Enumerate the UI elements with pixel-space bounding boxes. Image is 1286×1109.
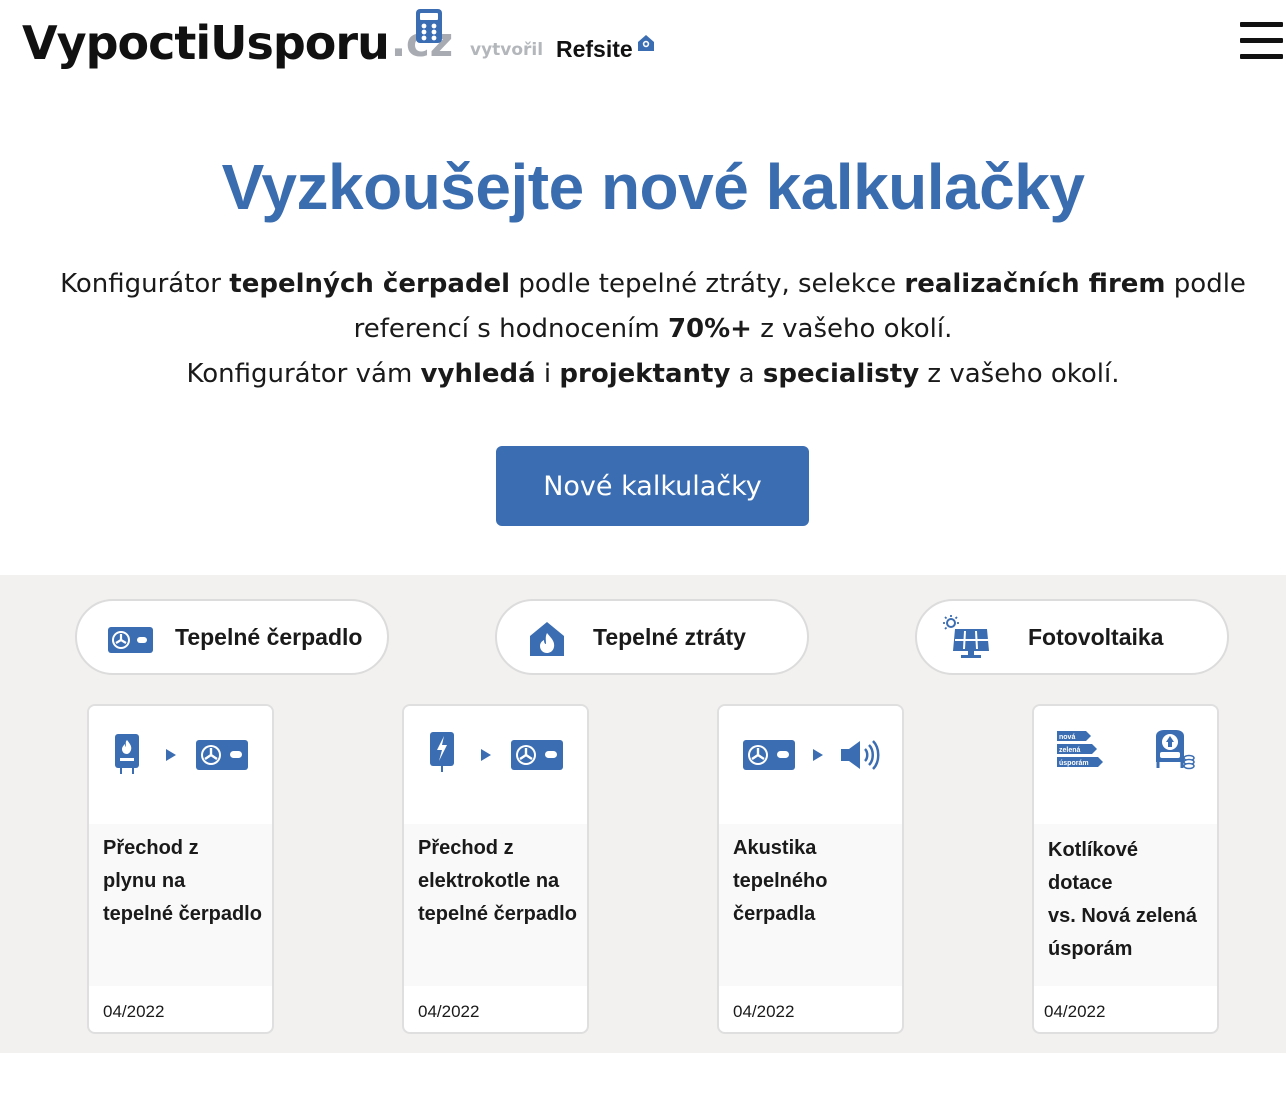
created-by-label: vytvořil: [470, 40, 544, 60]
category-label: Fotovoltaika: [1028, 624, 1164, 650]
arrow-right-icon: [481, 749, 491, 761]
calculator-card-electric-to-heat-pump[interactable]: Přechod z elektrokotle na tepelné čerpad…: [402, 704, 589, 1034]
card-date: 04/2022: [733, 1002, 795, 1021]
refsite-logo[interactable]: Refsite: [556, 36, 633, 63]
heat-pump-icon: [108, 627, 153, 653]
hero-line-2: referencí s hodnocením 70%+ z vašeho oko…: [353, 314, 953, 344]
calculators-section: Tepelné čerpadlo Tepelné ztráty Fotovolt…: [0, 575, 1286, 1053]
calculator-card-heat-pump-acoustics[interactable]: Akustika tepelného čerpadla 04/2022: [717, 704, 904, 1034]
category-heat-pump[interactable]: Tepelné čerpadlo: [75, 599, 389, 675]
arrow-right-icon: [166, 749, 176, 761]
nova-zelena-usporam-badge-icon: nová zelená úsporám: [1057, 731, 1103, 767]
hero-description: Konfigurátor tepelných čerpadel podle te…: [40, 262, 1266, 397]
card-title: Přechod z elektrokotle na tepelné čerpad…: [418, 837, 577, 925]
svg-text:nová: nová: [1059, 734, 1075, 741]
card-date: 04/2022: [103, 1002, 165, 1021]
solar-panel-icon: [943, 615, 989, 658]
category-label: Tepelné ztráty: [593, 624, 746, 650]
calculator-card-boiler-subsidies[interactable]: nová zelená úsporám Kotlíkové dotace vs.…: [1032, 704, 1219, 1034]
hamburger-menu-icon[interactable]: [1240, 22, 1284, 62]
category-label: Tepelné čerpadlo: [175, 624, 363, 650]
heat-pump-icon: [511, 740, 563, 770]
hero-line-1: Konfigurátor tepelných čerpadel podle te…: [60, 269, 1246, 299]
card-title: Akustika tepelného čerpadla: [733, 837, 828, 925]
heat-pump-icon: [196, 740, 248, 770]
boiler-subsidy-icon: [1156, 730, 1195, 770]
svg-text:úsporám: úsporám: [1059, 760, 1089, 767]
calculator-card-gas-to-heat-pump[interactable]: Přechod z plynu na tepelné čerpadlo 04/2…: [87, 704, 274, 1034]
heat-pump-icon: [743, 740, 795, 770]
page-title: Vyzkoušejte nové kalkulačky: [221, 151, 1085, 223]
hero-line-3: Konfigurátor vám vyhledá i projektanty a…: [186, 359, 1120, 389]
card-date: 04/2022: [1044, 1002, 1106, 1021]
category-heat-loss[interactable]: Tepelné ztráty: [495, 599, 809, 675]
electric-boiler-icon: [430, 732, 454, 772]
refsite-house-icon: [638, 35, 654, 51]
logo-text: VypoctiUsporu: [22, 16, 390, 70]
speaker-sound-icon: [841, 740, 880, 770]
site-logo[interactable]: VypoctiUsporu .cz: [22, 14, 453, 72]
category-photovoltaics[interactable]: Fotovoltaika: [915, 599, 1229, 675]
new-calculators-button[interactable]: Nové kalkulačky: [496, 446, 809, 526]
card-title: Kotlíkové dotace vs. Nová zelená úsporám: [1048, 839, 1197, 960]
house-flame-icon: [530, 622, 564, 656]
site-header: VypoctiUsporu .cz vytvořil Refsite: [0, 0, 1286, 90]
svg-text:zelená: zelená: [1059, 747, 1081, 754]
arrow-right-icon: [813, 749, 823, 761]
calculator-icon: [416, 9, 442, 43]
card-date: 04/2022: [418, 1002, 480, 1021]
card-title: Přechod z plynu na tepelné čerpadlo: [103, 837, 262, 925]
gas-boiler-icon: [115, 734, 139, 774]
